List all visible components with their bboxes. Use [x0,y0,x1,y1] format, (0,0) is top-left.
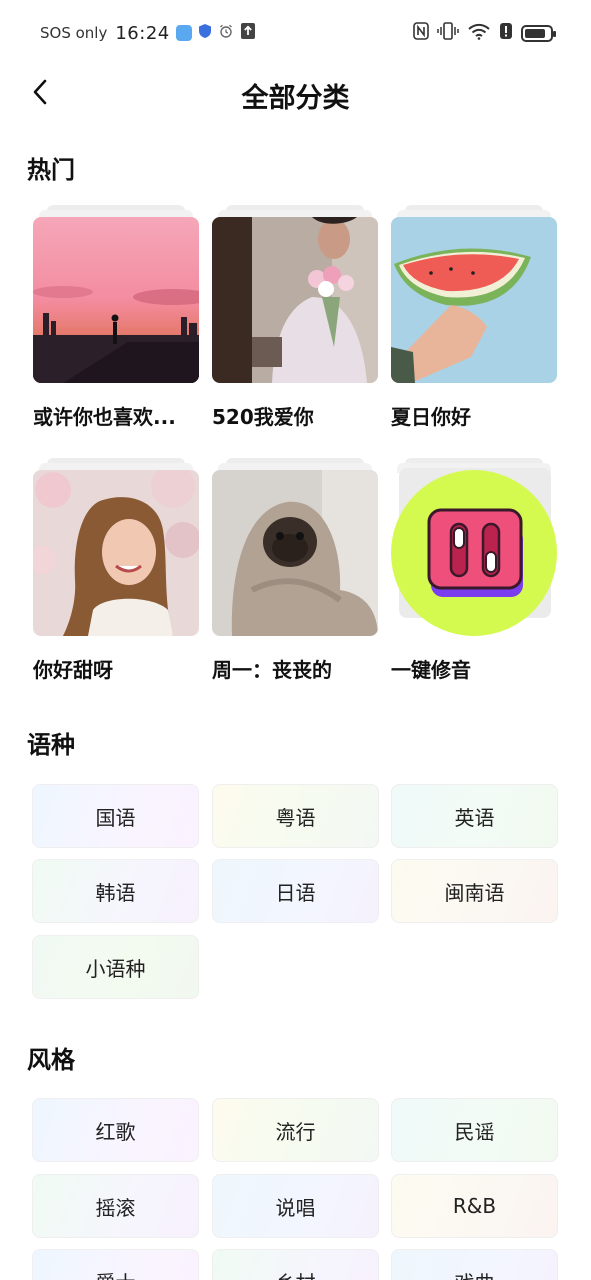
chip-jazz[interactable]: 爵士 [32,1249,199,1280]
header: 全部分类 [0,66,591,122]
cover-image-autotune [391,470,557,636]
cover-image-pug [212,470,378,636]
cover-image-watermelon [391,217,557,383]
carrier-text: SOS only [40,24,108,42]
status-right [413,22,556,44]
wifi-icon [467,22,491,44]
chip-opera[interactable]: 戏曲 [391,1249,558,1280]
cover-image-sunset [33,217,199,383]
section-title-hot: 热门 [27,156,75,184]
card-label: 周一：丧丧的 [212,658,332,682]
chip-folk[interactable]: 民谣 [391,1098,558,1162]
chip-mandarin[interactable]: 国语 [32,784,199,848]
chip-korean[interactable]: 韩语 [32,859,199,923]
status-bar: SOS only 16:24 [0,0,591,66]
card-label: 一键修音 [391,658,471,682]
chip-red-songs[interactable]: 红歌 [32,1098,199,1162]
alarm-icon [218,23,234,43]
card-label: 你好甜呀 [33,658,113,682]
chip-pop[interactable]: 流行 [212,1098,379,1162]
chip-rnb[interactable]: R&B [391,1174,558,1238]
section-title-style: 风格 [27,1046,75,1074]
cover-image-girl [33,470,199,636]
card-label: 520我爱你 [212,405,314,429]
chip-hokkien[interactable]: 闽南语 [391,859,558,923]
chip-rock[interactable]: 摇滚 [32,1174,199,1238]
chip-rap[interactable]: 说唱 [212,1174,379,1238]
battery-icon [521,24,556,42]
alert-icon [499,22,513,44]
card-label: 夏日你好 [391,405,471,429]
chip-country[interactable]: 乡村 [212,1249,379,1280]
upload-icon [240,22,256,44]
card-label: 或许你也喜欢... [33,405,176,429]
app-notification-icon [175,25,192,41]
page-title: 全部分类 [241,83,350,114]
chip-cantonese[interactable]: 粤语 [212,784,379,848]
status-left: SOS only 16:24 [40,20,256,46]
chip-english[interactable]: 英语 [391,784,558,848]
cover-image-tulips [212,217,378,383]
chip-japanese[interactable]: 日语 [212,859,379,923]
clock: 16:24 [115,22,170,44]
vibrate-icon [437,22,459,44]
nfc-icon [413,22,429,44]
shield-icon [198,23,212,43]
battery-level [525,28,545,38]
section-title-language: 语种 [27,731,75,759]
chip-minor-languages[interactable]: 小语种 [32,935,199,999]
